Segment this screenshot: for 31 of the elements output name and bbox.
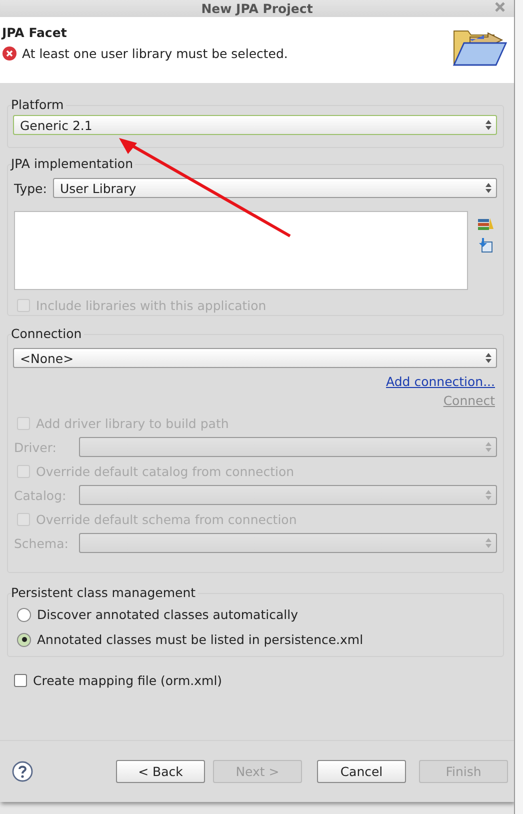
type-label: Type: <box>14 180 47 196</box>
group-label: Connection <box>11 326 84 341</box>
checkbox[interactable] <box>14 674 27 687</box>
type-combo[interactable]: User Library <box>52 178 497 198</box>
spinner-arrows-icon <box>485 537 492 549</box>
spinner-arrows-icon <box>485 441 492 453</box>
group-label: JPA implementation <box>11 156 135 171</box>
connection-combo[interactable]: <None> <box>13 348 497 368</box>
radio-button[interactable] <box>17 632 31 646</box>
spinner-arrows-icon <box>485 352 492 364</box>
close-icon[interactable] <box>494 1 506 13</box>
radio-label: Discover annotated classes automatically <box>37 607 298 622</box>
dialog-button[interactable]: < Back <box>116 760 205 783</box>
radio-button[interactable] <box>17 608 31 622</box>
checkbox-label: Create mapping file (orm.xml) <box>33 673 222 688</box>
books-icon[interactable] <box>478 217 494 230</box>
group-label: Persistent class management <box>11 585 198 600</box>
group-label: Platform <box>11 97 66 112</box>
spinner-arrows-icon <box>485 489 492 501</box>
library-list[interactable] <box>14 211 468 290</box>
error-message: At least one user library must be selected. <box>22 46 288 61</box>
window-title: New JPA Project <box>201 1 313 16</box>
spinner-arrows-icon <box>485 119 492 131</box>
download-library-icon[interactable] <box>478 238 493 253</box>
page-title: JPA Facet <box>2 25 68 40</box>
dialog-button[interactable]: Cancel <box>317 760 406 783</box>
radio-label: Annotated classes must be listed in persistence.xml <box>37 632 364 647</box>
help-icon[interactable] <box>12 761 33 782</box>
platform-combo[interactable]: Generic 2.1 <box>13 115 497 135</box>
spinner-arrows-icon <box>485 182 492 194</box>
add-connection-link[interactable]: Add connection... <box>386 374 495 389</box>
